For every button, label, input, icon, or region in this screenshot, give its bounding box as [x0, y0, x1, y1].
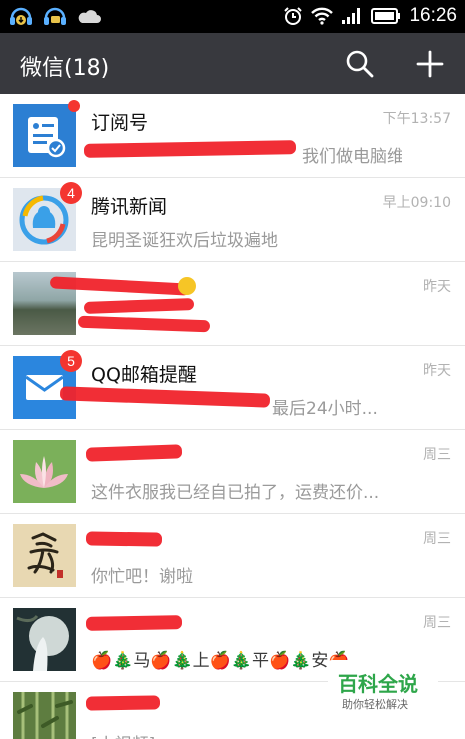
watermark-logo: 百科全说 助你轻松解决: [328, 660, 438, 720]
headset-chat-icon: [44, 7, 66, 25]
chat-row-lotus[interactable]: 这件衣服我已经自已拍了，运费还价... 周三: [0, 430, 465, 514]
calligraphy-image: [13, 524, 76, 587]
redaction-mark: [85, 531, 163, 547]
chat-time: 下午13:57: [382, 111, 451, 127]
chat-time: 周三: [423, 615, 451, 631]
status-time: 16:26: [409, 5, 457, 26]
page-title: 微信(18): [20, 56, 110, 81]
chat-preview: 这件衣服我已经自已拍了，运费还价...: [91, 483, 380, 503]
chat-time: 昨天: [423, 363, 451, 379]
emoji-icon: [178, 277, 196, 295]
chat-row-qq-mail[interactable]: 5 QQ邮箱提醒 最后24小时... 昨天: [0, 346, 465, 430]
subscription-icon: [28, 117, 66, 158]
moon-image: [13, 608, 76, 671]
chat-name: 订阅号: [91, 112, 149, 134]
redaction-mark: [85, 695, 161, 711]
cloud-icon: [78, 10, 101, 23]
chat-row-redacted[interactable]: 昨天: [0, 262, 465, 346]
chat-name: 腾讯新闻: [91, 196, 168, 218]
redaction-mark: [83, 298, 195, 314]
search-icon[interactable]: [343, 47, 377, 81]
alarm-icon: [284, 7, 303, 25]
battery-icon: [371, 8, 401, 24]
watermark-subtitle: 助你轻松解决: [342, 698, 408, 711]
chat-list: 订阅号 我们做电脑维 下午13:57 4 腾讯新闻 昆明圣诞狂欢后垃圾遍地 早上…: [0, 94, 465, 739]
avatar: [13, 440, 76, 503]
headset-download-icon: [10, 7, 32, 25]
redaction-mark: [83, 140, 297, 158]
chat-row-subscriptions[interactable]: 订阅号 我们做电脑维 下午13:57: [0, 94, 465, 178]
avatar: [13, 608, 76, 671]
chat-time: 昨天: [423, 279, 451, 295]
chat-time: 周三: [423, 447, 451, 463]
lotus-image: [13, 440, 76, 503]
app-bar: 微信(18): [0, 33, 465, 94]
unread-badge: 5: [60, 350, 82, 372]
unread-dot: [68, 100, 80, 112]
redaction-mark: [59, 386, 271, 408]
chat-preview: 我们做电脑维: [302, 147, 402, 167]
unread-badge: 4: [60, 182, 82, 204]
chat-preview: [小视频]: [91, 730, 401, 739]
avatar: [13, 524, 76, 587]
avatar: [13, 104, 76, 167]
redaction-mark: [85, 444, 183, 462]
chat-row-calligraphy[interactable]: 你忙吧！谢啦 周三: [0, 514, 465, 598]
signal-icon: [342, 8, 361, 24]
wifi-icon: [311, 7, 334, 25]
chat-row-tencent-news[interactable]: 4 腾讯新闻 昆明圣诞狂欢后垃圾遍地 早上09:10: [0, 178, 465, 262]
watermark-title: 百科全说: [338, 672, 418, 696]
chat-preview: 最后24小时...: [272, 399, 378, 419]
chat-time: 早上09:10: [382, 195, 451, 211]
redaction-mark: [77, 315, 211, 333]
status-bar: 16:26: [0, 0, 465, 33]
avatar: [13, 692, 76, 739]
plus-icon[interactable]: [413, 47, 447, 81]
chat-preview: 昆明圣诞狂欢后垃圾遍地: [91, 231, 278, 251]
chat-name: QQ邮箱提醒: [91, 364, 197, 386]
redaction-mark: [85, 615, 183, 631]
bamboo-image: [13, 692, 76, 739]
chat-time: 周三: [423, 531, 451, 547]
chat-preview: 你忙吧！谢啦: [91, 567, 193, 587]
